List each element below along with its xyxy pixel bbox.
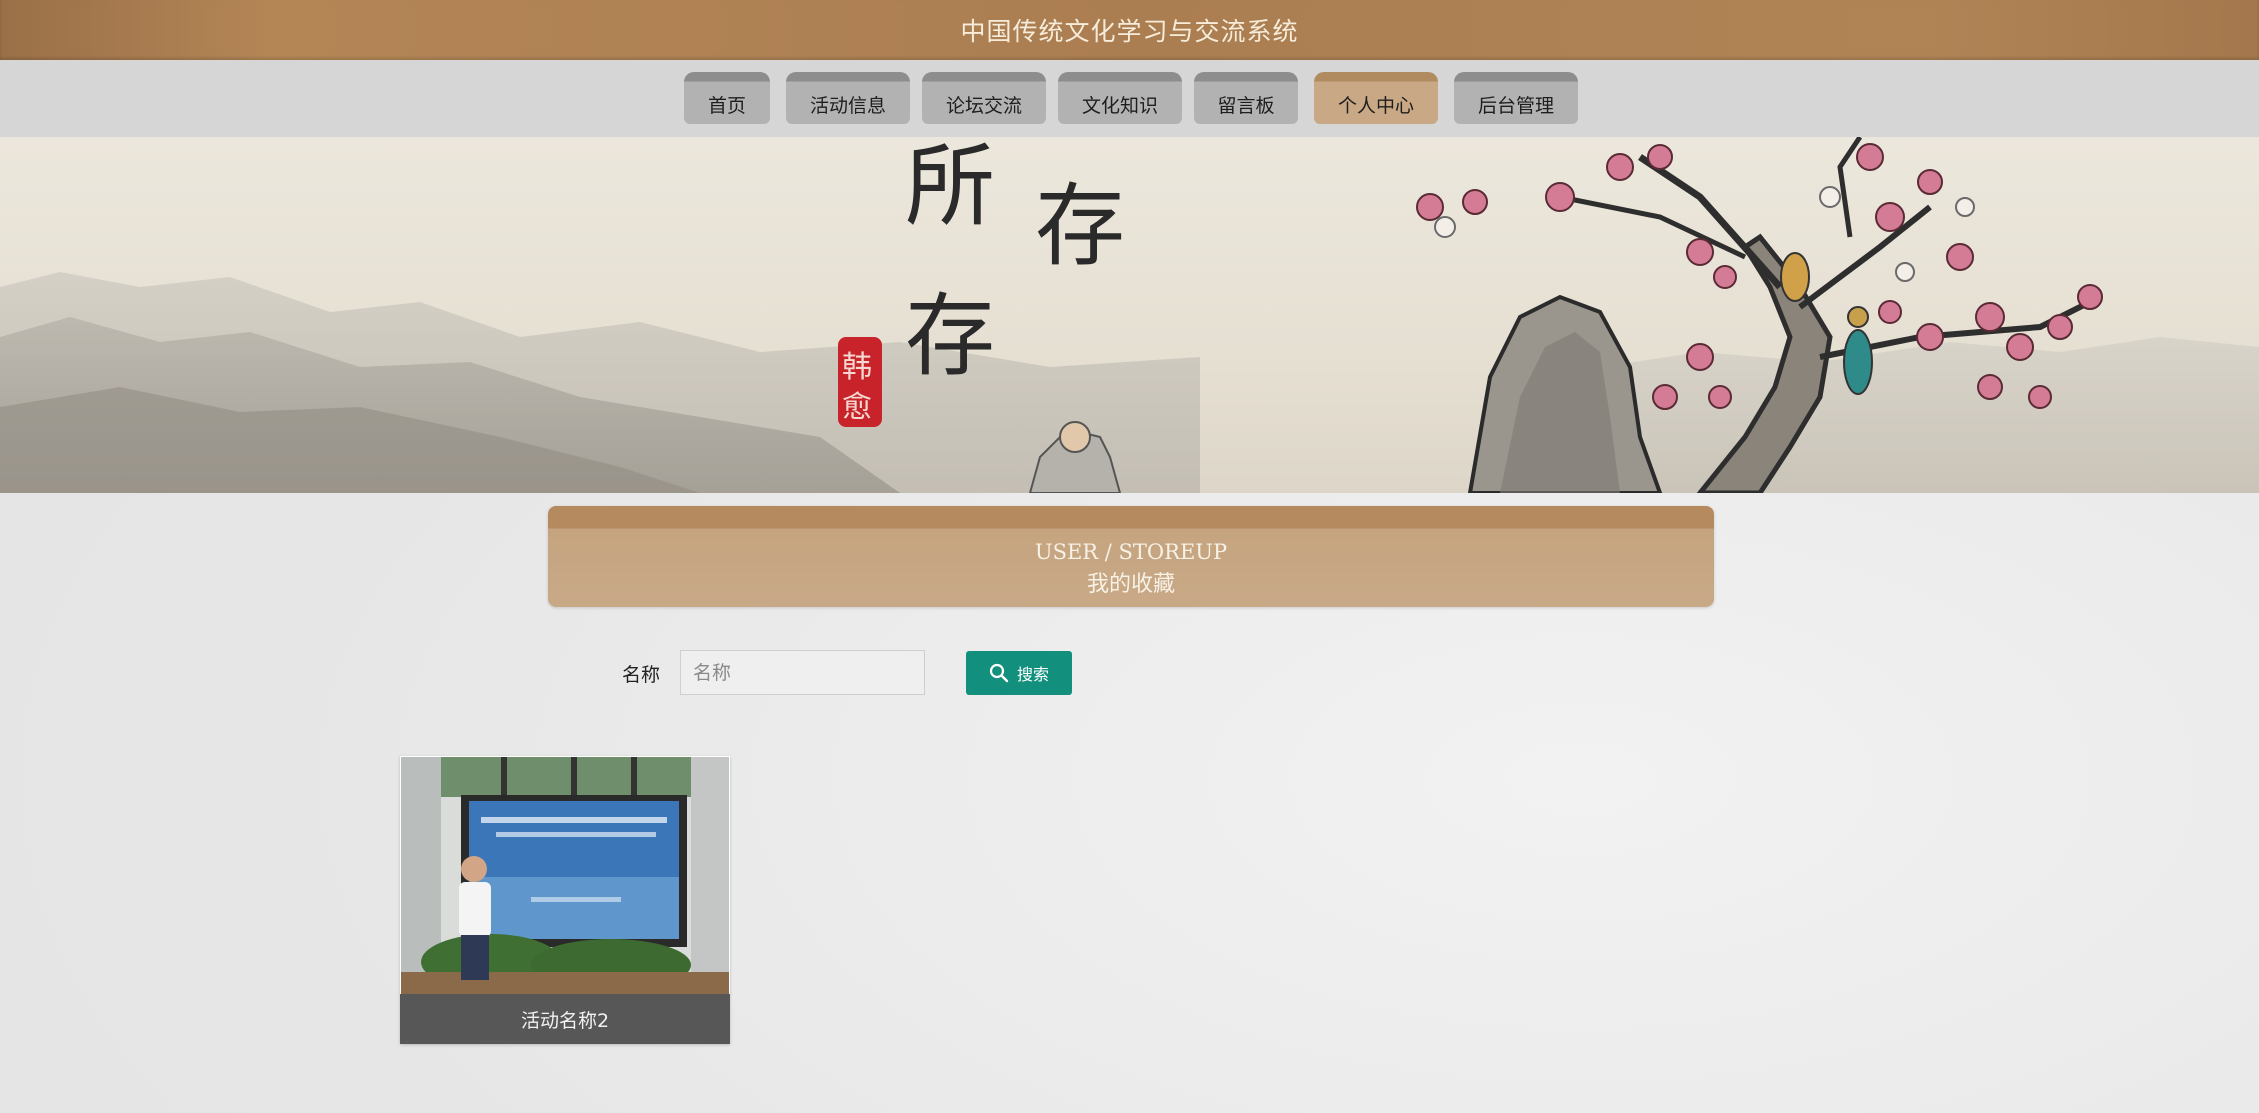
nav-item-culture-knowledge[interactable]: 文化知识 xyxy=(1058,72,1182,124)
nav-item-message-board[interactable]: 留言板 xyxy=(1194,72,1298,124)
favorite-card-image xyxy=(401,757,729,994)
nav-item-label: 论坛交流 xyxy=(945,94,1022,117)
calligraphy-char: 所 xyxy=(905,137,995,239)
search-input[interactable] xyxy=(680,650,925,695)
seal-text: 愈 xyxy=(842,390,872,425)
nav-item-label: 后台管理 xyxy=(1477,94,1554,117)
favorite-card[interactable]: 活动名称2 xyxy=(400,756,730,1044)
banner-image: 所 存 存 韩 愈 xyxy=(0,137,2259,493)
ink-landscape-illustration: 所 存 存 韩 愈 xyxy=(0,137,2259,493)
nav-item-label: 文化知识 xyxy=(1081,94,1158,117)
nav-item-forum[interactable]: 论坛交流 xyxy=(922,72,1046,124)
main-nav: 首页 活动信息 论坛交流 文化知识 留言板 个人中心 后台管理 xyxy=(0,60,2259,137)
nav-item-label: 留言板 xyxy=(1217,94,1275,117)
seal-text: 韩 xyxy=(842,350,872,385)
search-icon xyxy=(989,663,1009,683)
section-title-en: USER / STOREUP xyxy=(1034,540,1228,564)
app-title: 中国传统文化学习与交流系统 xyxy=(960,17,1299,46)
section-title-cn: 我的收藏 xyxy=(1086,572,1175,597)
nav-item-label: 活动信息 xyxy=(809,94,886,117)
favorite-card-caption: 活动名称2 xyxy=(400,994,730,1044)
nav-item-admin[interactable]: 后台管理 xyxy=(1454,72,1578,124)
search-button-label: 搜索 xyxy=(1016,665,1049,684)
activity-photo xyxy=(401,757,729,994)
nav-item-home[interactable]: 首页 xyxy=(684,72,770,124)
nav-item-personal-center[interactable]: 个人中心 xyxy=(1314,72,1438,124)
nav-item-activities[interactable]: 活动信息 xyxy=(786,72,910,124)
nav-item-label: 个人中心 xyxy=(1337,94,1414,117)
search-label: 名称 xyxy=(622,664,661,686)
calligraphy-char: 存 xyxy=(905,284,995,389)
search-button[interactable]: 搜索 xyxy=(966,651,1072,695)
section-header: USER / STOREUP 我的收藏 xyxy=(548,506,1714,607)
calligraphy-char: 存 xyxy=(1035,174,1125,279)
top-bar: 中国传统文化学习与交流系统 xyxy=(0,0,2259,60)
nav-item-label: 首页 xyxy=(707,94,746,117)
